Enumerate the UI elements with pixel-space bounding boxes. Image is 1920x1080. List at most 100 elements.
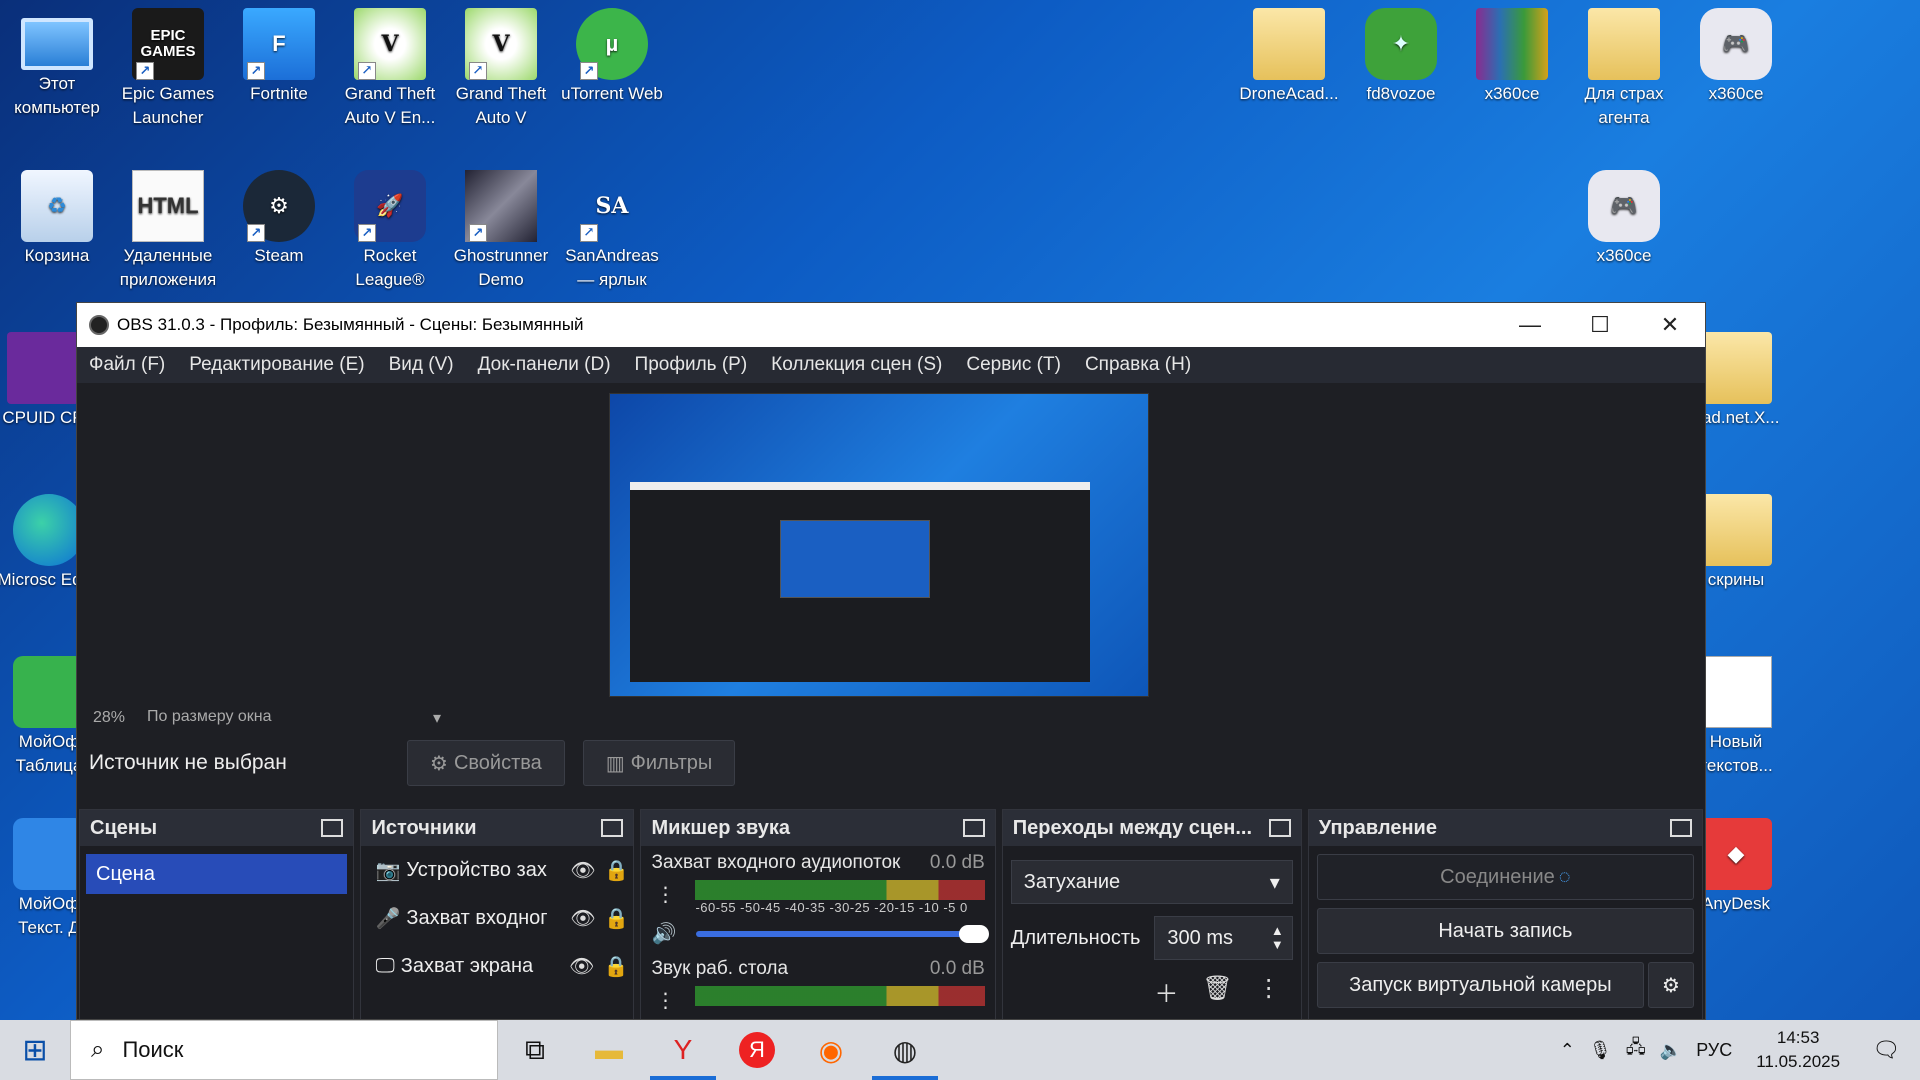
trash-icon[interactable]: 🗑 (1202, 974, 1232, 1009)
mixer-channel: Звук раб. стола 0.0 dB ⋮ (641, 952, 994, 1012)
menu-profile[interactable]: Профиль (P) (635, 354, 748, 376)
scene-item[interactable]: Сцена (86, 854, 348, 894)
properties-button[interactable]: ⚙ Свойства (407, 740, 565, 786)
eye-icon[interactable]: 👁 (564, 954, 599, 979)
desktop-icon-steam[interactable]: ⚙ ↗ Steam (226, 170, 332, 268)
taskbar-yandex-browser[interactable]: Y (646, 1020, 720, 1080)
lock-icon[interactable]: 🔒 (600, 906, 634, 931)
language-indicator[interactable]: РУС (1696, 1040, 1732, 1061)
recycle-bin-icon: ♻ (21, 170, 93, 242)
menu-scene-collection[interactable]: Коллекция сцен (S) (771, 354, 942, 376)
add-icon[interactable]: ＋ (1154, 974, 1178, 1009)
filters-button[interactable]: ▥ Фильтры (582, 740, 736, 786)
kebab-menu-icon[interactable]: ⋮ (655, 882, 675, 907)
notifications-icon[interactable]: 🗨 (1872, 1037, 1900, 1063)
desktop-icon-remote-apps[interactable]: HTML Удаленные приложения (115, 170, 221, 292)
microphone-icon[interactable]: 🎙 (1589, 1040, 1612, 1061)
kebab-menu-icon[interactable]: ⋮ (1257, 974, 1281, 1009)
task-view-button[interactable]: ⧉ (498, 1020, 572, 1080)
desktop-icon-fd8vozoe[interactable]: ✦ fd8vozoe (1348, 8, 1454, 106)
desktop-icon-x360ce[interactable]: 🎮 x360ce (1683, 8, 1789, 106)
controls-title: Управление (1318, 816, 1437, 839)
zoom-mode-select[interactable]: По размеру окна ▾ (147, 708, 447, 728)
source-item[interactable]: 🖵 Захват экрана 👁 🔒 (361, 942, 633, 990)
menu-file[interactable]: Файл (F) (89, 354, 165, 376)
eye-icon[interactable]: 👁 (566, 858, 600, 883)
desktop-icon-sanandreas[interactable]: SA ↗ SanAndreas — ярлык (559, 170, 665, 292)
desktop-icon-recycle-bin[interactable]: ♻ Корзина (4, 170, 110, 268)
desktop-icon-x360ce-2[interactable]: 🎮 x360ce (1571, 170, 1677, 268)
html-file-icon: HTML (132, 170, 204, 242)
desktop-icon-label: SanAndreas — ярлык (565, 246, 659, 289)
connecting-button[interactable]: Соединение ◌ (1316, 854, 1695, 900)
volume-slider[interactable] (696, 924, 989, 943)
desktop-icon-rocket-league[interactable]: 🚀 ↗ Rocket League® (337, 170, 443, 292)
taskbar-explorer[interactable]: ▬ (572, 1020, 646, 1080)
obs-titlebar[interactable]: OBS 31.0.3 - Профиль: Безымянный - Сцены… (77, 303, 1705, 347)
source-item[interactable]: 🎤 Захват входног 👁 🔒 (361, 894, 633, 942)
gta-icon: V ↗ (465, 8, 537, 80)
desktop-icon-label: x360ce (1484, 84, 1540, 103)
start-virtual-camera-button[interactable]: Запуск виртуальной камеры (1316, 962, 1645, 1008)
lock-icon[interactable]: 🔒 (599, 954, 634, 979)
fortnite-icon: F ↗ (243, 8, 315, 80)
desktop-icon-x360ce-rar[interactable]: x360ce (1459, 8, 1565, 106)
chevron-up-icon[interactable]: ⌃ (1560, 1040, 1575, 1061)
menu-tools[interactable]: Сервис (T) (966, 354, 1061, 376)
sources-title: Источники (371, 816, 477, 839)
volume-slider-knob[interactable] (958, 924, 989, 943)
menu-help[interactable]: Справка (H) (1085, 354, 1191, 376)
virtual-cam-settings-button[interactable]: ⚙ (1648, 962, 1695, 1008)
taskbar-search[interactable]: ⌕ Поиск (70, 1020, 498, 1080)
lock-icon[interactable]: 🔒 (600, 858, 634, 883)
start-recording-button[interactable]: Начать запись (1316, 908, 1695, 954)
edge-icon (13, 494, 85, 566)
preview-area[interactable]: 28% По размеру окна ▾ (77, 383, 1705, 727)
source-toolbar: Источник не выбран ⚙ Свойства ▥ Фильтры (77, 733, 1705, 793)
undock-icon[interactable] (1670, 819, 1693, 837)
folder-icon (1700, 494, 1772, 566)
maximize-button[interactable]: ☐ (1565, 303, 1635, 347)
desktop-icon-insurance-folder[interactable]: Для страх агента (1571, 8, 1677, 130)
clock[interactable]: 14:53 11.05.2025 (1756, 1026, 1840, 1074)
folder-icon: ▬ (595, 1034, 623, 1065)
taskbar-yandex[interactable]: Я (720, 1020, 794, 1080)
minimize-button[interactable]: — (1495, 303, 1565, 347)
start-button[interactable]: ⊞ (0, 1020, 70, 1080)
undock-icon[interactable] (1268, 819, 1291, 837)
close-button[interactable]: ✕ (1635, 303, 1705, 347)
desktop-icon-epic[interactable]: EPIC GAMES ↗ Epic Games Launcher (115, 8, 221, 130)
transition-select[interactable]: Затухание ▾ (1010, 860, 1293, 904)
undock-icon[interactable] (601, 819, 624, 837)
source-name: Захват входног (406, 906, 548, 929)
scenes-dock: Сцены Сцена (79, 809, 355, 1019)
speaker-icon[interactable]: 🔊 (651, 921, 676, 946)
taskbar-obs[interactable]: ◍ (868, 1020, 942, 1080)
desktop-icon-utorrent[interactable]: µ ↗ uTorrent Web (559, 8, 665, 106)
duration-input[interactable]: 300 ms ▲ ▼ (1154, 916, 1293, 960)
folder-icon (1700, 332, 1772, 404)
volume-icon[interactable]: 🔈 (1660, 1040, 1682, 1061)
desktop-icon-this-pc[interactable]: Этот компьютер (4, 8, 110, 120)
menu-view[interactable]: Вид (V) (389, 354, 454, 376)
desktop-icon-fortnite[interactable]: F ↗ Fortnite (226, 8, 332, 106)
zoom-bar: 28% По размеру окна ▾ (77, 703, 1705, 733)
desktop-icon-droneacad[interactable]: DroneAcad... (1236, 8, 1342, 106)
menu-docks[interactable]: Док-панели (D) (478, 354, 611, 376)
mixer-dock-header: Микшер звука (641, 810, 995, 846)
eye-icon[interactable]: 👁 (566, 906, 600, 931)
desktop-icon-ghostrunner[interactable]: ↗ Ghostrunner Demo (448, 170, 554, 292)
kebab-menu-icon[interactable]: ⋮ (655, 988, 675, 1013)
docks: Сцены Сцена Источники 📷 Устройство зах 👁… (77, 809, 1705, 1019)
network-icon[interactable]: 🖧 (1626, 1035, 1646, 1065)
desktop-icon-gta-en[interactable]: V ↗ Grand Theft Auto V En... (337, 8, 443, 130)
desktop-icon-label: DroneAcad... (1239, 84, 1339, 103)
undock-icon[interactable] (962, 819, 985, 837)
desktop-icon-gta[interactable]: V ↗ Grand Theft Auto V (448, 8, 554, 130)
source-item[interactable]: 📷 Устройство зах 👁 🔒 (361, 846, 633, 894)
undock-icon[interactable] (321, 819, 344, 837)
obs-logo-icon (89, 315, 109, 335)
stepper-icon[interactable]: ▲ ▼ (1271, 924, 1284, 952)
menu-edit[interactable]: Редактирование (E) (189, 354, 364, 376)
taskbar-firefox[interactable]: ◉ (794, 1020, 868, 1080)
